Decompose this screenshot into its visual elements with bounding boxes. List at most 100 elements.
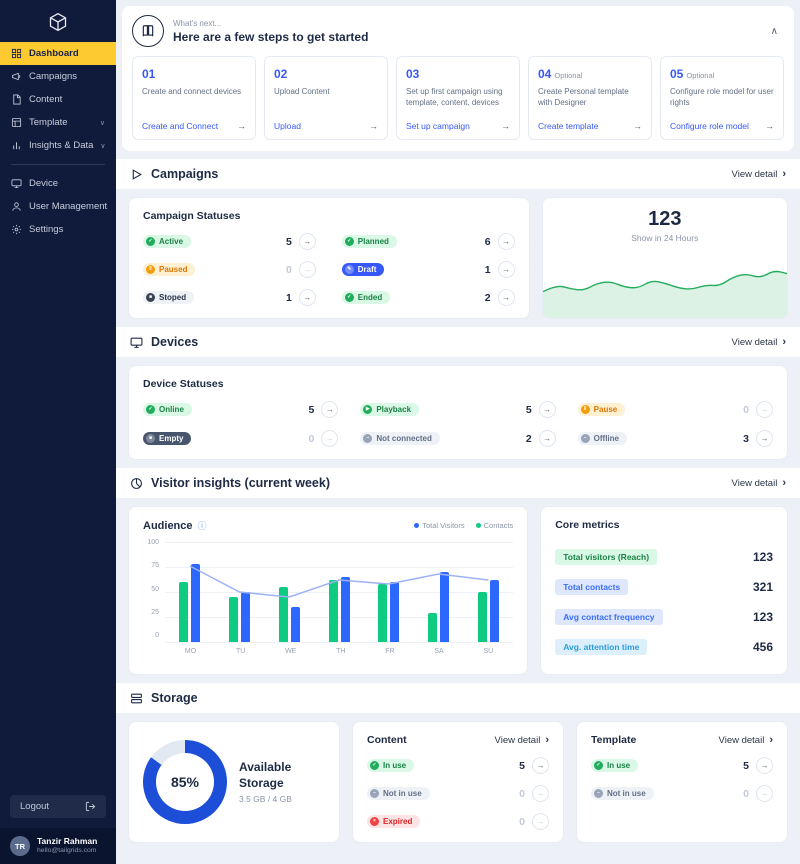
campaign-statuses-card: Campaign Statuses ✓Active 5→ ✓Planned 6→…: [128, 197, 530, 319]
legend-item-visitors: Total Visitors: [414, 521, 464, 530]
onboarding-step-card: 04Optional Create Personal template with…: [528, 56, 652, 140]
status-arrow-button[interactable]: →: [321, 430, 338, 447]
pause-icon: ‖: [146, 265, 155, 274]
sidebar-item-settings[interactable]: Settings: [0, 218, 116, 241]
view-detail-label: View detail: [732, 337, 778, 348]
bar-chart-icon: [11, 140, 22, 151]
campaigns-view-detail-link[interactable]: View detail ›: [732, 168, 786, 180]
status-arrow-button[interactable]: →: [532, 785, 549, 802]
arrow-right-icon: →: [369, 121, 378, 131]
audience-ylabels: 1007550250: [143, 539, 159, 639]
bar-total-visitors: [490, 580, 499, 642]
status-value: 5: [306, 404, 314, 416]
status-value: 1: [284, 292, 292, 304]
x-axis-label: SU: [484, 648, 494, 655]
status-arrow-button[interactable]: →: [756, 785, 773, 802]
play-icon: ▶: [363, 405, 372, 414]
step-action-link[interactable]: Upload→: [274, 121, 378, 131]
status-row: ‖Pause 0→: [578, 401, 773, 418]
status-arrow-button[interactable]: →: [321, 401, 338, 418]
step-action-link[interactable]: Create and Connect→: [142, 121, 246, 131]
y-axis-label: 100: [147, 539, 159, 546]
sidebar-user-card[interactable]: TR Tanzir Rahman hello@tailgrids.com: [0, 828, 116, 864]
sidebar-divider: [11, 164, 105, 165]
status-badge: ✓In use: [591, 759, 638, 772]
sidebar-item-campaigns[interactable]: Campaigns: [0, 65, 116, 88]
check-icon: ✓: [345, 237, 354, 246]
step-action-link[interactable]: Configure role model→: [670, 121, 774, 131]
onboarding-banner: What's next... Here are a few steps to g…: [122, 6, 794, 151]
campaign-statuses-grid: ✓Active 5→ ✓Planned 6→ ‖Paused 0→ ✎Draft…: [143, 233, 515, 306]
status-arrow-button[interactable]: →: [532, 813, 549, 830]
status-badge: × Expired: [367, 815, 420, 828]
step-action-label: Set up campaign: [406, 121, 470, 131]
arrow-right-icon: →: [760, 434, 768, 443]
avatar: TR: [10, 836, 30, 856]
chevron-right-icon: ›: [769, 734, 773, 746]
status-badge: ‖Pause: [578, 403, 626, 416]
status-arrow-button[interactable]: →: [299, 289, 316, 306]
legend-item-contacts: Contacts: [476, 521, 514, 530]
collapse-banner-button[interactable]: ∧: [765, 25, 784, 38]
status-row: ✓Ended 2→: [342, 289, 515, 306]
status-arrow-button[interactable]: →: [498, 289, 515, 306]
available-storage-caption: 3.5 GB / 4 GB: [239, 794, 315, 804]
sidebar-item-label: Device: [29, 178, 58, 189]
step-description: Create Personal template with Designer: [538, 87, 642, 117]
template-view-detail-link[interactable]: View detail ›: [719, 734, 773, 746]
status-arrow-button[interactable]: →: [299, 261, 316, 278]
status-row: ■Empty 0→: [143, 430, 338, 447]
status-row: ▶Playback 5→: [360, 401, 555, 418]
status-arrow-button[interactable]: →: [539, 430, 556, 447]
sidebar-item-user-management[interactable]: User Management: [0, 195, 116, 218]
step-tag: Optional: [554, 71, 582, 80]
status-arrow-button[interactable]: →: [532, 757, 549, 774]
template-storage-card: Template View detail › ✓In use 5→ –Not i…: [576, 721, 788, 843]
devices-view-detail-link[interactable]: View detail ›: [732, 336, 786, 348]
device-statuses-title: Device Statuses: [143, 378, 773, 390]
status-row: –Not connected 2→: [360, 430, 555, 447]
sidebar-item-dashboard[interactable]: Dashboard: [0, 42, 116, 65]
insights-view-detail-link[interactable]: View detail ›: [732, 477, 786, 489]
status-arrow-button[interactable]: →: [756, 757, 773, 774]
arrow-right-icon: →: [303, 265, 311, 274]
template-card-title: Template: [591, 734, 636, 746]
bar-total-visitors: [291, 607, 300, 642]
logout-button[interactable]: Logout: [10, 795, 106, 818]
sidebar-item-content[interactable]: Content: [0, 88, 116, 111]
step-action-link[interactable]: Set up campaign→: [406, 121, 510, 131]
status-arrow-button[interactable]: →: [299, 233, 316, 250]
status-value: 5: [284, 236, 292, 248]
status-badge: –Offline: [578, 432, 627, 445]
legend-label: Contacts: [484, 521, 514, 530]
step-action-link[interactable]: Create template→: [538, 121, 642, 131]
status-arrow-button[interactable]: →: [539, 401, 556, 418]
bar-group: [179, 564, 200, 642]
status-label: Expired: [383, 817, 412, 826]
bar-total-visitors: [341, 577, 350, 642]
status-badge: –Not connected: [360, 432, 440, 445]
metric-badge: Avg. attention time: [555, 639, 647, 655]
status-arrow-button[interactable]: →: [756, 430, 773, 447]
devices-section-title: Devices: [130, 335, 198, 349]
chevron-right-icon: ›: [782, 336, 786, 348]
info-icon[interactable]: ⓘ: [198, 519, 207, 532]
status-arrow-button[interactable]: →: [498, 261, 515, 278]
onboarding-eyebrow: What's next...: [173, 19, 368, 28]
status-badge: ‖Paused: [143, 263, 195, 276]
sidebar-item-device[interactable]: Device: [0, 172, 116, 195]
content-view-detail-link[interactable]: View detail ›: [495, 734, 549, 746]
cross-icon: ×: [370, 817, 379, 826]
status-arrow-button[interactable]: →: [498, 233, 515, 250]
status-badge: ✓Online: [143, 403, 192, 416]
status-value: 0: [741, 788, 749, 800]
template-card-header: Template View detail ›: [591, 734, 773, 746]
arrow-right-icon: →: [537, 789, 545, 798]
status-arrow-button[interactable]: →: [756, 401, 773, 418]
sidebar-item-insights-data[interactable]: Insights & Data ∨: [0, 134, 116, 157]
sidebar-item-template[interactable]: Template ∨: [0, 111, 116, 134]
devices-section-header: Devices View detail ›: [116, 327, 800, 357]
sidebar-item-label: Insights & Data: [29, 140, 93, 151]
chevron-right-icon: ›: [782, 477, 786, 489]
status-value: 5: [517, 760, 525, 772]
